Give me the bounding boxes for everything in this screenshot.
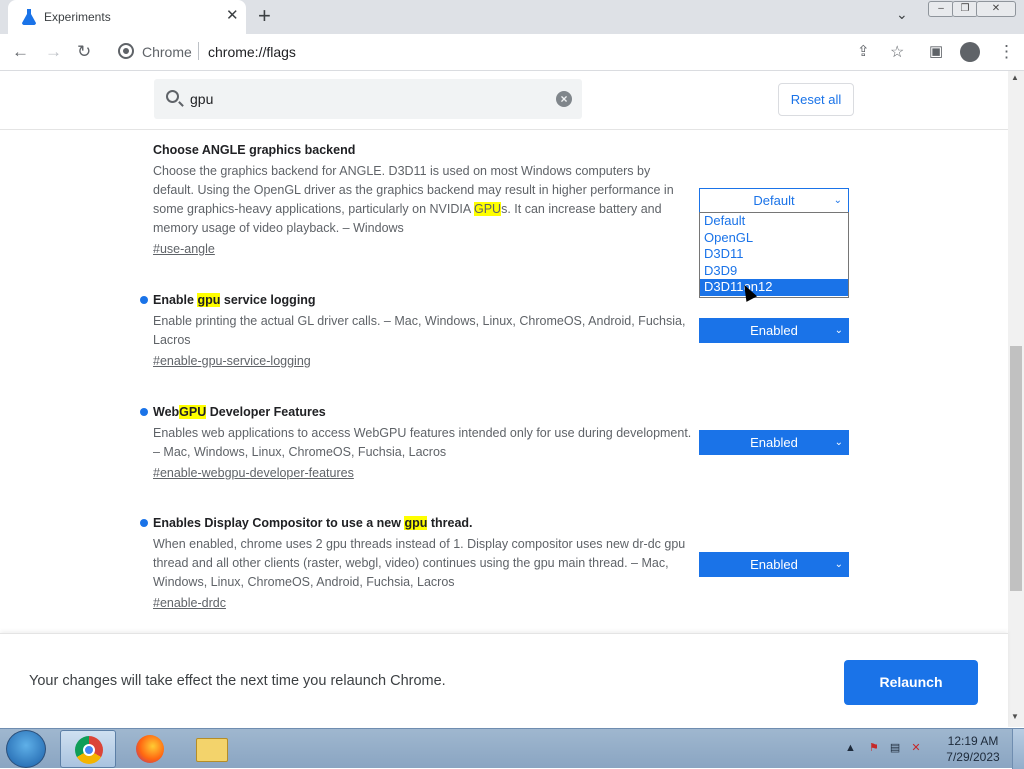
share-icon[interactable]: ⇪ <box>857 42 870 60</box>
relaunch-message: Your changes will take effect the next t… <box>29 673 446 689</box>
experiment-description: When enabled, chrome uses 2 gpu threads … <box>153 537 686 589</box>
bookmark-star-icon[interactable]: ☆ <box>890 42 904 62</box>
taskbar-clock[interactable]: 12:19 AM 7/29/2023 <box>940 733 1006 765</box>
experiment-description: Enables web applications to access WebGP… <box>153 426 692 459</box>
experiment-enable-webgpu-developer-features: WebGPU Developer Features Enables web ap… <box>140 402 693 483</box>
experiment-enable-drdc: Enables Display Compositor to use a new … <box>140 513 693 613</box>
scroll-down-icon[interactable]: ▼ <box>1011 712 1019 721</box>
modified-indicator <box>140 296 148 304</box>
taskbar-firefox[interactable] <box>122 730 178 768</box>
system-tray: ▲ ⚑ ▤ ✕ <box>845 741 921 754</box>
file-explorer-icon <box>196 738 228 762</box>
experiment-name: Enables Display Compositor to use a new … <box>153 516 473 530</box>
option-d3d11[interactable]: D3D11 <box>700 246 848 263</box>
option-d3d9[interactable]: D3D9 <box>700 263 848 280</box>
chevron-down-icon: ⌄ <box>834 437 843 448</box>
chrome-site-icon <box>118 43 134 59</box>
experiments-list: Choose ANGLE graphics backend Choose the… <box>0 130 1008 633</box>
page-scrollbar[interactable]: ▲ ▼ <box>1008 71 1024 727</box>
gpu-service-logging-select[interactable]: Enabled ⌄ <box>699 318 849 343</box>
chevron-down-icon: ⌄ <box>834 559 843 570</box>
url-text[interactable]: chrome://flags <box>208 44 296 60</box>
relaunch-button[interactable]: Relaunch <box>844 660 978 705</box>
action-center-icon[interactable]: ⚑ <box>869 742 879 754</box>
search-icon <box>166 90 179 103</box>
windows-taskbar: ▲ ⚑ ▤ ✕ 12:19 AM 7/29/2023 <box>0 728 1024 769</box>
tab-strip: Experiments ✕ + ⌄ – ❐ ✕ <box>0 0 1024 34</box>
modified-indicator <box>140 519 148 527</box>
option-opengl[interactable]: OpenGL <box>700 230 848 247</box>
scrollbar-thumb[interactable] <box>1010 346 1022 591</box>
tray-expand-icon[interactable]: ▲ <box>845 742 856 754</box>
forward-icon[interactable]: → <box>45 42 62 62</box>
experiment-use-angle: Choose ANGLE graphics backend Choose the… <box>153 140 693 259</box>
address-bar[interactable]: Chrome chrome://flags <box>110 37 845 67</box>
minimize-button[interactable]: – <box>928 1 954 17</box>
browser-toolbar: ← → ↻ Chrome chrome://flags ⇪ ☆ ▣ ⋮ <box>0 34 1024 71</box>
network-icon[interactable]: ▤ <box>890 742 900 754</box>
side-panel-icon[interactable]: ▣ <box>929 42 943 60</box>
relaunch-bar: Your changes will take effect the next t… <box>0 633 1008 727</box>
experiment-name: Enable gpu service logging <box>153 293 316 307</box>
flask-icon <box>22 9 36 25</box>
volume-muted-icon[interactable]: ✕ <box>911 742 920 754</box>
back-icon[interactable]: ← <box>12 42 29 62</box>
tab-search-icon[interactable]: ⌄ <box>896 6 908 23</box>
modified-indicator <box>140 408 148 416</box>
tab-title: Experiments <box>44 10 111 24</box>
angle-backend-dropdown[interactable]: Default OpenGL D3D11 D3D9 D3D11on12 <box>699 212 849 298</box>
omnibox-separator <box>198 42 199 60</box>
experiment-name: Choose ANGLE graphics backend <box>153 143 356 157</box>
search-query[interactable]: gpu <box>190 91 213 107</box>
experiment-link[interactable]: #use-angle <box>153 240 693 259</box>
maximize-button[interactable]: ❐ <box>952 1 978 17</box>
experiment-description: Choose the graphics backend for ANGLE. D… <box>153 164 674 235</box>
show-desktop-button[interactable] <box>1012 729 1024 769</box>
tab-experiments[interactable]: Experiments ✕ <box>8 0 246 34</box>
clock-time: 12:19 AM <box>947 734 999 748</box>
tab-close-icon[interactable]: ✕ <box>226 6 239 24</box>
firefox-icon <box>136 735 164 763</box>
clock-date: 7/29/2023 <box>946 750 1000 764</box>
chevron-down-icon: ⌄ <box>834 325 843 336</box>
experiment-link[interactable]: #enable-webgpu-developer-features <box>153 464 693 483</box>
chrome-icon <box>75 736 103 764</box>
scroll-up-icon[interactable]: ▲ <box>1011 73 1019 82</box>
taskbar-file-explorer[interactable] <box>184 730 240 768</box>
new-tab-button[interactable]: + <box>258 3 271 29</box>
profile-avatar-icon[interactable] <box>960 42 980 62</box>
close-window-button[interactable]: ✕ <box>976 1 1016 17</box>
site-label: Chrome <box>142 44 192 60</box>
experiment-name: WebGPU Developer Features <box>153 405 326 419</box>
start-button[interactable] <box>6 730 46 768</box>
experiment-link[interactable]: #enable-gpu-service-logging <box>153 352 693 371</box>
option-default[interactable]: Default <box>700 213 848 230</box>
taskbar-chrome[interactable] <box>60 730 116 768</box>
menu-kebab-icon[interactable]: ⋮ <box>998 42 1015 62</box>
chevron-down-icon: ⌄ <box>833 195 842 206</box>
flags-search-input[interactable]: gpu × <box>154 79 582 119</box>
clear-search-icon[interactable]: × <box>556 91 572 107</box>
angle-backend-select[interactable]: Default ⌄ <box>699 188 849 213</box>
drdc-select[interactable]: Enabled ⌄ <box>699 552 849 577</box>
option-d3d11on12[interactable]: D3D11on12 <box>700 279 848 296</box>
reload-icon[interactable]: ↻ <box>77 42 91 62</box>
experiment-enable-gpu-service-logging: Enable gpu service logging Enable printi… <box>140 290 693 371</box>
experiment-description: Enable printing the actual GL driver cal… <box>153 314 686 347</box>
experiment-link[interactable]: #enable-drdc <box>153 594 693 613</box>
webgpu-developer-features-select[interactable]: Enabled ⌄ <box>699 430 849 455</box>
reset-all-button[interactable]: Reset all <box>778 83 854 116</box>
flags-header: gpu × Reset all <box>0 71 1008 130</box>
